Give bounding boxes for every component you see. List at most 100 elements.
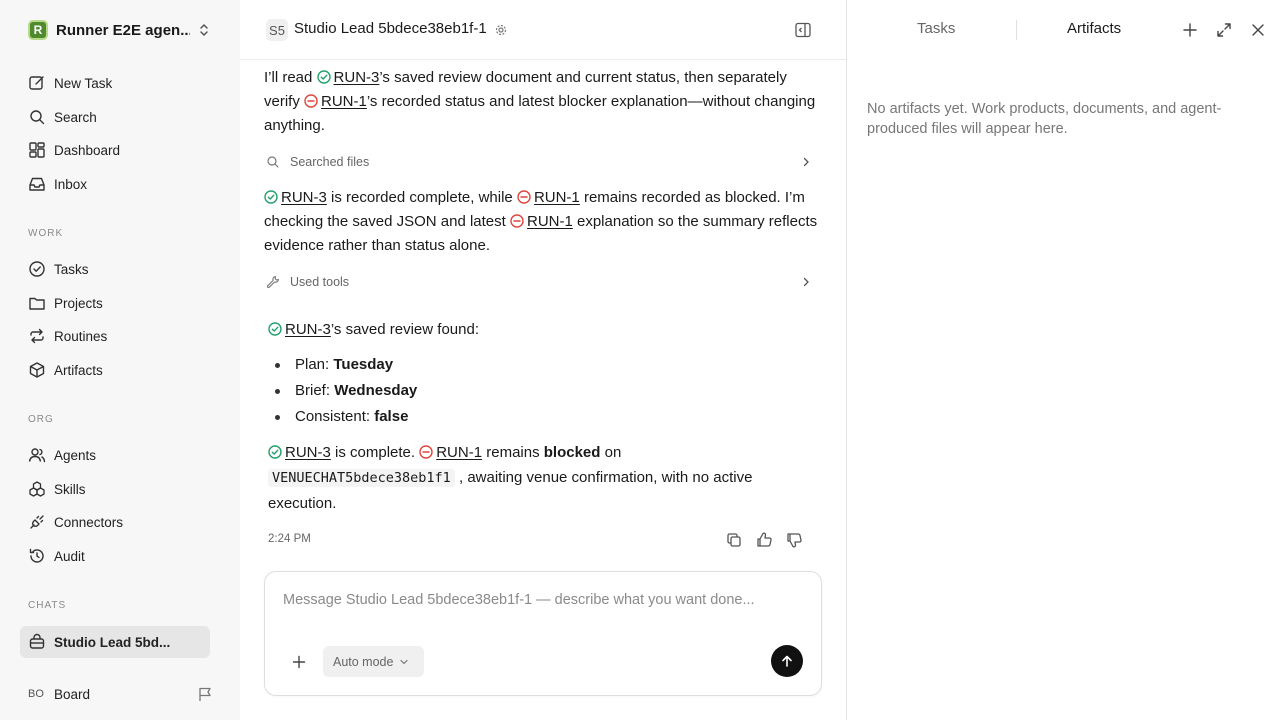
nav-projects-label: Projects (54, 295, 103, 311)
tool-call-searched-files[interactable]: Searched files (266, 150, 812, 174)
nav-search-label: Search (54, 109, 97, 125)
list-item-label: Brief: (295, 382, 335, 399)
boxes-icon (29, 481, 45, 497)
blocked-status-icon (517, 190, 531, 204)
nav-dashboard-label: Dashboard (54, 142, 121, 158)
message-text: remains (482, 444, 544, 461)
plus-icon[interactable] (1181, 21, 1199, 39)
issue-link-run-1[interactable]: RUN-1 (436, 444, 482, 461)
nav-tasks-label: Tasks (54, 261, 89, 277)
sidebar: R Runner E2E agen... New Task Search Das… (0, 0, 240, 720)
done-status-icon (316, 70, 331, 84)
user-profile[interactable]: BO Board (28, 684, 214, 704)
section-label-org: ORG (28, 414, 54, 425)
nav-routines-label: Routines (54, 328, 108, 344)
list-item-label: Plan: (295, 356, 334, 373)
empty-state-text: No artifacts yet. Work products, documen… (867, 101, 1222, 137)
issue-link-run-3[interactable]: RUN-3 (285, 444, 331, 461)
issue-link-run-1[interactable]: RUN-1 (527, 213, 573, 230)
chat-item-label: Studio Lead 5bd... (54, 634, 171, 650)
wrench-icon (266, 275, 280, 289)
agent-icon (29, 633, 45, 649)
issue-link-run-3[interactable]: RUN-3 (285, 321, 331, 338)
message-text: ’s saved review found: (330, 321, 479, 338)
chat-header: S5 Studio Lead 5bdece38eb1f-1 (240, 0, 846, 60)
chevron-up-down-icon (200, 24, 208, 36)
nav-skills[interactable]: Skills (20, 473, 210, 505)
copy-icon[interactable] (725, 531, 743, 549)
message-text: is recorded complete, while (326, 189, 517, 206)
workspace-switcher[interactable]: R Runner E2E agen... (28, 20, 214, 40)
list-item-value: false (374, 408, 409, 425)
history-icon (29, 548, 44, 563)
nav-projects[interactable]: Projects (20, 287, 210, 319)
artifacts-panel: Tasks Artifacts No artifacts yet. Work p… (846, 0, 1280, 720)
nav-dashboard[interactable]: Dashboard (20, 134, 210, 166)
close-icon[interactable] (1249, 21, 1267, 39)
nav-agents[interactable]: Agents (20, 439, 210, 471)
blocked-status-icon (510, 214, 524, 228)
nav-routines[interactable]: Routines (20, 320, 210, 352)
assistant-message-3: RUN-3’s saved review found: (268, 318, 824, 342)
search-icon (267, 156, 279, 168)
tab-tasks[interactable]: Tasks (917, 20, 955, 37)
done-status-icon (264, 190, 278, 204)
expand-icon[interactable] (1215, 21, 1233, 39)
folder-icon (29, 297, 45, 310)
issue-link-run-1[interactable]: RUN-1 (534, 189, 580, 206)
issue-link-run-3[interactable]: RUN-3 (281, 189, 327, 206)
section-label-work: WORK (28, 228, 64, 239)
inline-code: VENUECHAT5bdece38eb1f1 (268, 469, 455, 487)
done-status-icon (268, 322, 282, 336)
assistant-message-2: RUN-3 is recorded complete, while RUN-1 … (264, 186, 820, 258)
assistant-message-1: I’ll read RUN-3’s saved review document … (264, 66, 820, 138)
users-icon (28, 448, 46, 463)
thumbs-up-icon[interactable] (755, 531, 773, 549)
nav-audit[interactable]: Audit (20, 540, 210, 572)
user-name: Board (54, 686, 91, 702)
list-item: Plan: Tuesday (274, 353, 393, 377)
chat-title: Studio Lead 5bdece38eb1f-1 (294, 20, 487, 37)
edit-icon (29, 76, 44, 90)
thumbs-down-icon[interactable] (785, 531, 803, 549)
blocked-status-icon (419, 445, 433, 459)
mode-select[interactable]: Auto mode (323, 646, 424, 677)
nav-tasks[interactable]: Tasks (20, 253, 210, 285)
issue-link-run-3[interactable]: RUN-3 (334, 69, 380, 86)
flag-icon[interactable] (196, 685, 214, 703)
search-icon (30, 110, 45, 125)
arrow-up-icon (782, 655, 792, 667)
status-blocked-text: blocked (543, 444, 601, 461)
nav-artifacts[interactable]: Artifacts (20, 354, 210, 386)
nav-search[interactable]: Search (20, 101, 210, 133)
plug-icon (30, 515, 44, 529)
nav-connectors[interactable]: Connectors (20, 506, 210, 538)
tool-call-used-tools[interactable]: Used tools (266, 270, 812, 294)
chevron-down-icon (400, 659, 409, 664)
nav-skills-label: Skills (54, 481, 86, 497)
send-button[interactable] (771, 645, 803, 677)
nav-artifacts-label: Artifacts (54, 362, 103, 378)
blocked-status-icon (304, 94, 318, 108)
gear-icon[interactable] (494, 23, 508, 37)
workspace-logo: R (28, 20, 48, 40)
list-item-label: Consistent: (295, 408, 375, 425)
tool-call-label: Searched files (290, 155, 370, 169)
tab-divider (1016, 20, 1017, 40)
message-input[interactable]: Message Studio Lead 5bdece38eb1f-1 — des… (283, 592, 755, 608)
message-text: is complete. (330, 444, 420, 461)
plus-icon[interactable] (291, 654, 307, 670)
section-label-chats: CHATS (28, 600, 67, 611)
nav-inbox[interactable]: Inbox (20, 168, 210, 200)
chat-item-studio-lead[interactable]: Studio Lead 5bd... (20, 626, 210, 658)
panel-toggle-icon[interactable] (794, 21, 812, 39)
nav-new-task[interactable]: New Task (20, 67, 210, 99)
message-text: I’ll read (264, 69, 317, 86)
repeat-icon (30, 328, 44, 344)
done-status-icon (268, 445, 282, 459)
chevron-right-icon (803, 277, 809, 287)
tab-artifacts[interactable]: Artifacts (1067, 20, 1121, 37)
nav-audit-label: Audit (54, 548, 85, 564)
avatar: BO (28, 688, 44, 700)
issue-link-run-1[interactable]: RUN-1 (321, 93, 367, 110)
